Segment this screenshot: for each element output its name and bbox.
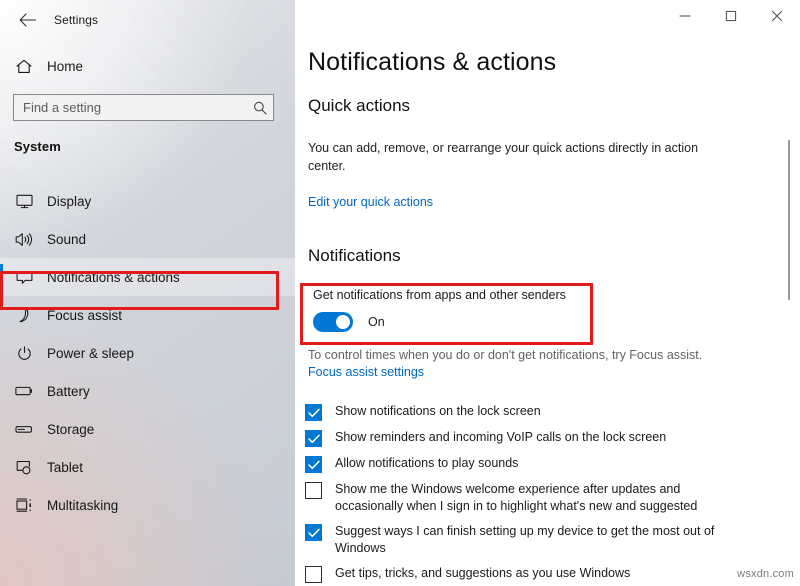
checkbox-label: Show reminders and incoming VoIP calls o… — [335, 429, 666, 446]
back-arrow-icon[interactable] — [6, 4, 48, 36]
close-icon[interactable] — [754, 0, 800, 32]
sidebar-group-title: System — [14, 139, 61, 154]
sidebar-item-multitasking[interactable]: Multitasking — [0, 486, 295, 524]
sidebar-item-home[interactable]: Home — [0, 52, 295, 80]
list-item[interactable]: Show notifications on the lock screen — [305, 403, 785, 421]
sidebar-item-label: Tablet — [47, 460, 83, 475]
sidebar-item-label: Power & sleep — [47, 346, 134, 361]
checkbox-label: Get tips, tricks, and suggestions as you… — [335, 565, 630, 582]
main-content: Notifications & actions Quick actions Yo… — [295, 0, 800, 586]
sidebar-item-label: Multitasking — [47, 498, 118, 513]
multitasking-icon — [14, 495, 34, 515]
scrollbar[interactable] — [790, 40, 796, 586]
focus-assist-settings-link[interactable]: Focus assist settings — [308, 365, 424, 379]
checkbox-suggest-finish-setup[interactable] — [305, 524, 322, 541]
checkbox-label: Allow notifications to play sounds — [335, 455, 518, 472]
watermark: wsxdn.com — [737, 568, 794, 580]
minimize-icon[interactable] — [662, 0, 708, 32]
checkbox-label: Show notifications on the lock screen — [335, 403, 541, 420]
edit-quick-actions-link[interactable]: Edit your quick actions — [308, 195, 433, 209]
sidebar-item-tablet[interactable]: Tablet — [0, 448, 295, 486]
sidebar-item-label: Sound — [47, 232, 86, 247]
power-icon — [14, 343, 34, 363]
sidebar-item-power-and-sleep[interactable]: Power & sleep — [0, 334, 295, 372]
focus-assist-note: To control times when you do or don't ge… — [308, 348, 702, 362]
list-item[interactable]: Show me the Windows welcome experience a… — [305, 481, 785, 515]
app-title: Settings — [54, 13, 98, 27]
maximize-icon[interactable] — [708, 0, 754, 32]
get-notifications-setting: Get notifications from apps and other se… — [305, 283, 598, 345]
toggle-knob — [336, 315, 350, 329]
sidebar-item-label: Battery — [47, 384, 90, 399]
sidebar-item-battery[interactable]: Battery — [0, 372, 295, 410]
window-controls — [662, 0, 800, 32]
sidebar-item-display[interactable]: Display — [0, 182, 295, 220]
home-label: Home — [47, 59, 83, 74]
sidebar: Settings Home System — [0, 0, 295, 586]
tablet-icon — [14, 457, 34, 477]
drive-icon — [14, 419, 34, 439]
quick-actions-description: You can add, remove, or rearrange your q… — [308, 139, 708, 175]
list-item[interactable]: Allow notifications to play sounds — [305, 455, 785, 473]
checkbox-allow-sounds[interactable] — [305, 456, 322, 473]
home-icon — [14, 56, 34, 76]
sidebar-item-notifications-and-actions[interactable]: Notifications & actions — [0, 258, 295, 296]
get-notifications-toggle-row: On — [313, 312, 385, 332]
monitor-icon — [14, 191, 34, 211]
speaker-icon — [14, 229, 34, 249]
search-input[interactable] — [14, 95, 247, 120]
sidebar-item-sound[interactable]: Sound — [0, 220, 295, 258]
quick-actions-heading: Quick actions — [308, 96, 410, 116]
page-title: Notifications & actions — [308, 48, 556, 77]
search-box[interactable] — [13, 94, 274, 121]
sidebar-item-label: Focus assist — [47, 308, 122, 323]
notifications-heading: Notifications — [308, 246, 401, 266]
notification-options-list: Show notifications on the lock screen Sh… — [305, 403, 785, 583]
moon-icon — [14, 305, 34, 325]
window-titlebar-left: Settings — [0, 0, 295, 40]
sidebar-item-label: Notifications & actions — [47, 270, 180, 285]
search-icon[interactable] — [247, 101, 273, 115]
chat-bubble-icon — [14, 267, 34, 287]
sidebar-item-label: Storage — [47, 422, 94, 437]
sidebar-nav-list: Display Sound — [0, 182, 295, 524]
get-notifications-label: Get notifications from apps and other se… — [313, 288, 566, 302]
list-item[interactable]: Show reminders and incoming VoIP calls o… — [305, 429, 785, 447]
battery-icon — [14, 381, 34, 401]
checkbox-show-reminders-voip[interactable] — [305, 430, 322, 447]
toggle-state-label: On — [368, 315, 385, 329]
checkbox-label: Show me the Windows welcome experience a… — [335, 481, 720, 515]
checkbox-windows-welcome-experience[interactable] — [305, 482, 322, 499]
checkbox-label: Suggest ways I can finish setting up my … — [335, 523, 720, 557]
sidebar-item-focus-assist[interactable]: Focus assist — [0, 296, 295, 334]
checkbox-get-tips-tricks[interactable] — [305, 566, 322, 583]
sidebar-item-storage[interactable]: Storage — [0, 410, 295, 448]
list-item[interactable]: Get tips, tricks, and suggestions as you… — [305, 565, 785, 583]
scrollbar-thumb[interactable] — [788, 140, 790, 300]
list-item[interactable]: Suggest ways I can finish setting up my … — [305, 523, 785, 557]
settings-window: Settings Home System — [0, 0, 800, 586]
sidebar-item-label: Display — [47, 194, 91, 209]
get-notifications-toggle[interactable] — [313, 312, 353, 332]
checkbox-show-notifications-lock-screen[interactable] — [305, 404, 322, 421]
